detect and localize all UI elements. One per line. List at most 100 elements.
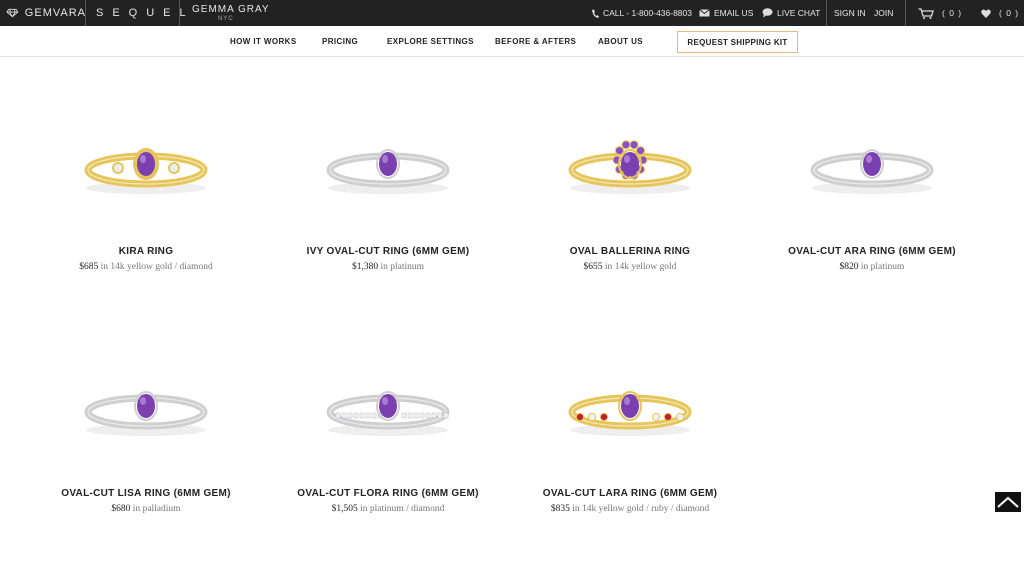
- halo-stone: [621, 140, 631, 150]
- halo-stone: [629, 140, 639, 150]
- ring-image: [84, 391, 208, 436]
- gemvara-brand-link[interactable]: GEMVARA: [6, 0, 86, 26]
- product-price: $655: [583, 262, 603, 272]
- channel-diamond: [407, 412, 413, 419]
- price-in: in: [572, 504, 580, 514]
- sign-in-link[interactable]: SIGN IN: [834, 0, 866, 26]
- price-in: in: [360, 504, 368, 514]
- product-price-line: $1,505 in platinum / diamond: [268, 504, 508, 514]
- channel-diamond: [437, 412, 443, 419]
- stone-highlight: [140, 397, 146, 405]
- stone-highlight: [382, 155, 388, 163]
- favorites-link[interactable]: ( 0 ): [981, 0, 1019, 26]
- cart-link[interactable]: ( 0 ): [918, 0, 962, 26]
- product-name: OVAL-CUT LISA RING (6MM GEM): [61, 488, 231, 499]
- email-link[interactable]: EMAIL US: [699, 0, 753, 26]
- ring-image: [810, 149, 934, 194]
- stone-highlight: [866, 155, 872, 163]
- heart-icon: [981, 8, 991, 18]
- diamond-icon: [6, 8, 19, 18]
- product-material: palladium: [142, 504, 181, 514]
- channel-diamond: [341, 412, 347, 419]
- ring-image: [326, 391, 450, 436]
- gemma-gray-sub: NYC: [218, 15, 234, 22]
- product-material: platinum / diamond: [369, 504, 445, 514]
- envelope-icon: [699, 9, 710, 17]
- band-stone: [599, 412, 609, 422]
- nav-how-it-works[interactable]: HOW IT WORKS: [230, 26, 297, 57]
- center-stone: [379, 394, 397, 418]
- nav-about-us[interactable]: ABOUT US: [598, 26, 643, 57]
- favorites-count: ( 0 ): [999, 8, 1020, 18]
- nav-explore-settings[interactable]: EXPLORE SETTINGS: [387, 26, 474, 57]
- product-card[interactable]: OVAL-CUT FLORA RING (6MM GEM) $1,505 in …: [268, 362, 508, 514]
- product-name: KIRA RING: [118, 246, 174, 257]
- product-price-line: $685 in 14k yellow gold / diamond: [26, 262, 266, 272]
- product-name: OVAL-CUT LARA RING (6MM GEM): [542, 488, 718, 499]
- ring-image: [326, 149, 450, 194]
- product-card[interactable]: OVAL-CUT LARA RING (6MM GEM) $835 in 14k…: [510, 362, 750, 514]
- chat-bubble-icon: [762, 8, 773, 18]
- channel-diamond: [335, 412, 341, 419]
- product-price-line: $680 in palladium: [26, 504, 266, 514]
- price-in: in: [380, 262, 388, 272]
- product-card[interactable]: OVAL-CUT ARA RING (6MM GEM) $820 in plat…: [752, 120, 992, 272]
- band-stone: [651, 412, 661, 422]
- channel-diamond: [431, 412, 437, 419]
- stone-highlight: [624, 155, 630, 163]
- request-shipping-kit-button[interactable]: REQUEST SHIPPING KIT: [677, 31, 798, 53]
- price-in: in: [604, 262, 613, 272]
- channel-diamond: [347, 412, 353, 419]
- band-stone: [587, 412, 597, 422]
- product-price: $820: [839, 262, 859, 272]
- channel-diamond: [365, 412, 371, 419]
- chevron-up-icon: [997, 496, 1019, 508]
- channel-diamond: [413, 412, 419, 419]
- center-stone: [863, 152, 881, 176]
- gemma-gray-brand-link[interactable]: GEMMA GRAY NYC: [192, 0, 270, 26]
- center-stone: [137, 152, 155, 176]
- live-chat-link[interactable]: LIVE CHAT: [762, 0, 820, 26]
- divider: [826, 0, 827, 26]
- channel-diamond: [425, 412, 431, 419]
- product-name: OVAL-CUT FLORA RING (6MM GEM): [297, 488, 479, 499]
- side-diamond: [112, 162, 124, 174]
- product-card[interactable]: OVAL BALLERINA RING $655 in 14k yellow g…: [510, 120, 750, 272]
- product-card[interactable]: IVY OVAL-CUT RING (6MM GEM) $1,380 in pl…: [268, 120, 508, 272]
- product-material: 14k yellow gold / ruby / diamond: [581, 504, 710, 514]
- live-chat-label: LIVE CHAT: [777, 8, 821, 18]
- product-price-line: $655 in 14k yellow gold: [510, 262, 750, 272]
- channel-diamond: [419, 412, 425, 419]
- divider: [179, 0, 180, 26]
- ring-image: [568, 140, 692, 194]
- gemvara-label: GEMVARA: [24, 7, 86, 19]
- ring-image: [84, 148, 208, 194]
- product-name: IVY OVAL-CUT RING (6MM GEM): [306, 246, 470, 257]
- center-stone: [621, 394, 639, 418]
- product-card[interactable]: KIRA RING $685 in 14k yellow gold / diam…: [26, 120, 266, 272]
- stone-highlight: [382, 397, 388, 405]
- product-material: 14k yellow gold / diamond: [110, 262, 213, 272]
- product-price: $1,505: [331, 504, 358, 514]
- stone-highlight: [140, 155, 146, 163]
- channel-diamond: [401, 412, 407, 419]
- nav-pricing[interactable]: PRICING: [322, 26, 358, 57]
- channel-diamond: [443, 412, 449, 419]
- stone-highlight: [624, 397, 630, 405]
- join-link[interactable]: JOIN: [874, 0, 893, 26]
- band-stone: [663, 412, 673, 422]
- product-price-line: $1,380 in platinum: [268, 262, 508, 272]
- scroll-to-top-button[interactable]: [995, 492, 1021, 512]
- product-price: $835: [550, 504, 570, 514]
- product-material: platinum: [870, 262, 905, 272]
- product-card[interactable]: OVAL-CUT LISA RING (6MM GEM) $680 in pal…: [26, 362, 266, 514]
- call-link[interactable]: CALL - 1-800-436-8803: [591, 0, 692, 26]
- product-name: OVAL BALLERINA RING: [569, 246, 691, 257]
- email-label: EMAIL US: [714, 8, 754, 18]
- center-stone: [621, 152, 639, 176]
- top-bar: GEMVARA SEQUEL GEMMA GRAY NYC CALL - 1-8…: [0, 0, 1024, 26]
- divider: [905, 0, 906, 26]
- phone-icon: [592, 9, 599, 18]
- main-nav: HOW IT WORKS PRICING EXPLORE SETTINGS BE…: [0, 26, 1024, 57]
- nav-before-afters[interactable]: BEFORE & AFTERS: [495, 26, 576, 57]
